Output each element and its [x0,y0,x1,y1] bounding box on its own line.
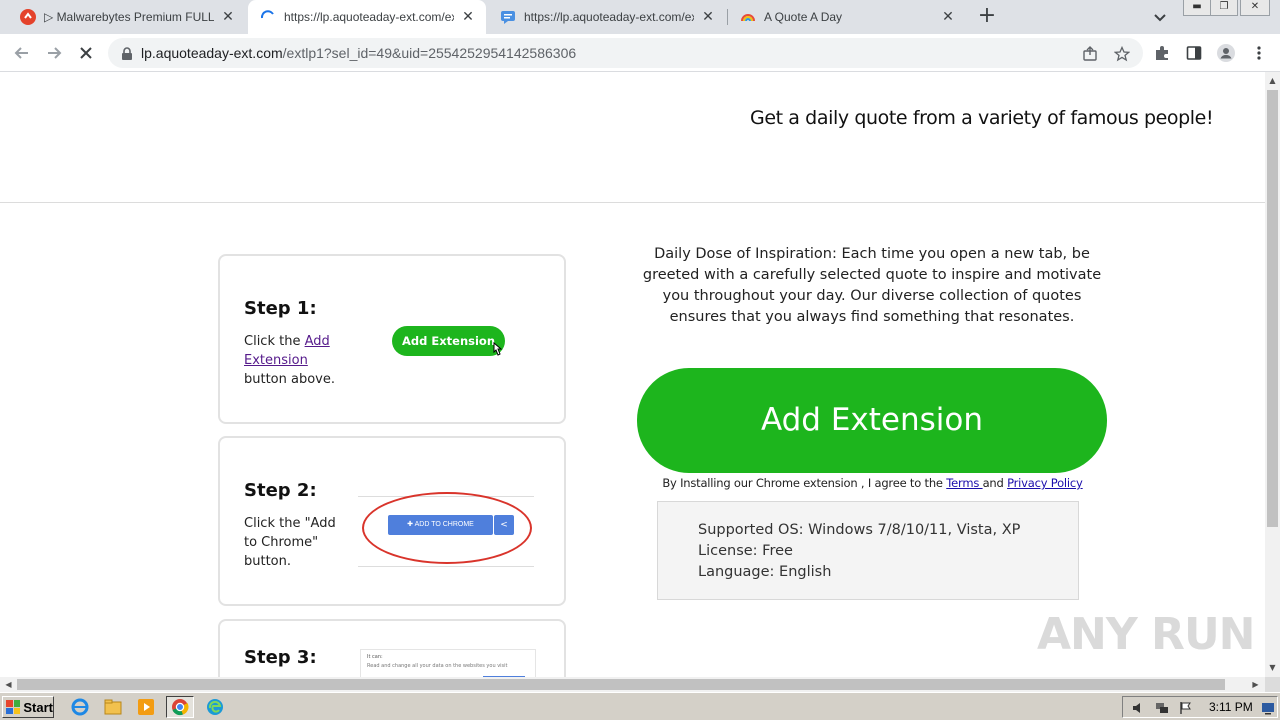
bookmark-star-icon[interactable] [1113,45,1131,63]
legal-text: and [982,476,1008,490]
extension-description: Daily Dose of Inspiration: Each time you… [642,246,1102,325]
tab-title: ▷ Malwarebytes Premium FULL! 4.6. [44,10,214,24]
internet-explorer-icon[interactable] [68,696,92,718]
taskbar-clock[interactable]: 3:11 PM [1209,700,1253,714]
step-instructions: Click the "Add to Chrome" button. [244,516,336,569]
windows-taskbar: Start 3:11 PM [0,692,1280,720]
screenshot-text: Read and change all your data on the web… [367,663,508,669]
anyrun-watermark: ANY RUN [1037,609,1255,660]
minimize-window-button[interactable]: ▬ [1183,0,1211,16]
new-tab-button[interactable]: + [975,5,999,29]
step-text-after: button above. [244,372,336,387]
scroll-right-arrow-icon[interactable]: ▶ [1251,680,1260,689]
horizontal-scrollbar[interactable]: ◀ ▶ [0,677,1265,692]
step-title: Step 1: [244,298,317,319]
loading-spinner-icon [260,9,276,25]
side-panel-icon[interactable] [1183,42,1205,64]
horizontal-scroll-thumb[interactable] [17,679,1225,690]
tab-title: https://lp.aquoteaday-ext.com/extlp [284,10,454,24]
share-icon[interactable] [1081,45,1099,63]
close-tab-icon[interactable]: ✕ [700,9,716,25]
url-host: lp.aquoteaday-ext.com [141,45,283,61]
forward-button[interactable] [42,41,66,65]
profile-avatar-icon[interactable] [1215,42,1237,64]
scroll-down-arrow-icon[interactable]: ▼ [1268,663,1277,672]
highlight-ring [362,492,532,564]
screenshot-text: It can: [367,654,383,660]
scrollbar-corner [1265,677,1280,692]
stop-loading-button[interactable] [74,41,98,65]
rainbow-favicon-icon [740,9,756,25]
language: Language: English [698,564,832,580]
cursor-pointer-icon [493,342,503,356]
show-desktop-icon[interactable] [1261,700,1275,715]
terms-link[interactable]: Terms [946,476,982,490]
chat-bubble-favicon-icon [500,9,516,25]
network-icon[interactable] [1155,700,1169,714]
extension-info-box: Supported OS: Windows 7/8/10/11, Vista, … [657,501,1079,600]
close-window-button[interactable]: ✕ [1240,0,1270,16]
step-1-add-extension-image: Add Extension [392,326,505,356]
tab-title: https://lp.aquoteaday-ext.com/extlp [524,10,694,24]
scroll-left-arrow-icon[interactable]: ◀ [4,680,13,689]
start-label: Start [23,699,53,715]
tab-search-chevron-icon[interactable] [1150,7,1170,27]
step-3-card: Step 3: It can: Read and change all your… [218,619,566,677]
volume-icon[interactable] [1131,700,1145,714]
windows-flag-icon [6,700,21,714]
step-title: Step 2: [244,480,317,501]
red-circle-favicon-icon [20,9,36,25]
step-1-card: Step 1: Click the Add Extension button a… [218,254,566,424]
legal-text: By Installing our Chrome extension , I a… [662,476,947,490]
tab-malwarebytes[interactable]: ▷ Malwarebytes Premium FULL! 4.6. ✕ [8,0,246,34]
close-tab-icon[interactable]: ✕ [460,9,476,25]
supported-os: Supported OS: Windows 7/8/10/11, Vista, … [698,522,1021,538]
edge-icon[interactable] [203,696,227,718]
privacy-policy-link[interactable]: Privacy Policy [1007,476,1083,490]
start-button[interactable]: Start [2,696,54,718]
license: License: Free [698,543,793,559]
forward-arrow-icon [48,47,62,59]
add-to-chrome-screenshot: ✚ ADD TO CHROME < [358,488,534,568]
tab-title: A Quote A Day [764,10,843,24]
close-tab-icon[interactable]: ✕ [220,9,236,25]
step-text-before: Click the [244,334,305,349]
file-explorer-icon[interactable] [101,696,125,718]
tab-active-extlp[interactable]: https://lp.aquoteaday-ext.com/extlp ✕ [248,0,486,34]
page-tagline: Get a daily quote from a variety of famo… [750,107,1214,129]
close-icon [80,47,92,59]
add-extension-button[interactable]: Add Extension [637,368,1107,473]
browser-toolbar: lp.aquoteaday-ext.com/extlp1?sel_id=49&u… [0,34,1280,72]
permissions-screenshot: It can: Read and change all your data on… [360,649,536,677]
legal-disclaimer: By Installing our Chrome extension , I a… [600,476,1145,490]
web-page: Get a daily quote from a variety of famo… [0,72,1265,677]
step-2-card: Step 2: Click the "Add to Chrome" button… [218,436,566,606]
back-arrow-icon [14,47,28,59]
back-button[interactable] [10,41,34,65]
step-title: Step 3: [244,647,317,668]
vertical-scrollbar[interactable]: ▲ ▼ [1265,72,1280,677]
extensions-puzzle-icon[interactable] [1151,42,1173,64]
restore-window-button[interactable]: ❐ [1210,0,1238,16]
address-bar[interactable]: lp.aquoteaday-ext.com/extlp1?sel_id=49&u… [108,38,1143,68]
tab-extlp-second[interactable]: https://lp.aquoteaday-ext.com/extlp ✕ [488,0,726,34]
chrome-taskbar-icon[interactable] [166,696,194,718]
vertical-scroll-thumb[interactable] [1267,90,1278,527]
screenshot-divider [358,566,534,567]
media-player-icon[interactable] [134,696,158,718]
header-divider [0,202,1265,203]
close-tab-icon[interactable]: ✕ [940,9,956,25]
tab-a-quote-a-day[interactable]: A Quote A Day ✕ [728,0,966,34]
system-tray: 3:11 PM [1122,696,1278,718]
chrome-menu-kebab-icon[interactable] [1248,42,1270,64]
tab-strip: ▷ Malwarebytes Premium FULL! 4.6. ✕ http… [0,0,1280,34]
lock-icon[interactable] [120,46,134,60]
url-text[interactable]: lp.aquoteaday-ext.com/extlp1?sel_id=49&u… [141,45,576,61]
url-path: /extlp1?sel_id=49&uid=255425295414258630… [282,45,577,61]
scroll-up-arrow-icon[interactable]: ▲ [1268,76,1277,85]
step-instructions: Click the Add Extension button above. [244,332,344,389]
action-center-flag-icon[interactable] [1179,700,1193,714]
